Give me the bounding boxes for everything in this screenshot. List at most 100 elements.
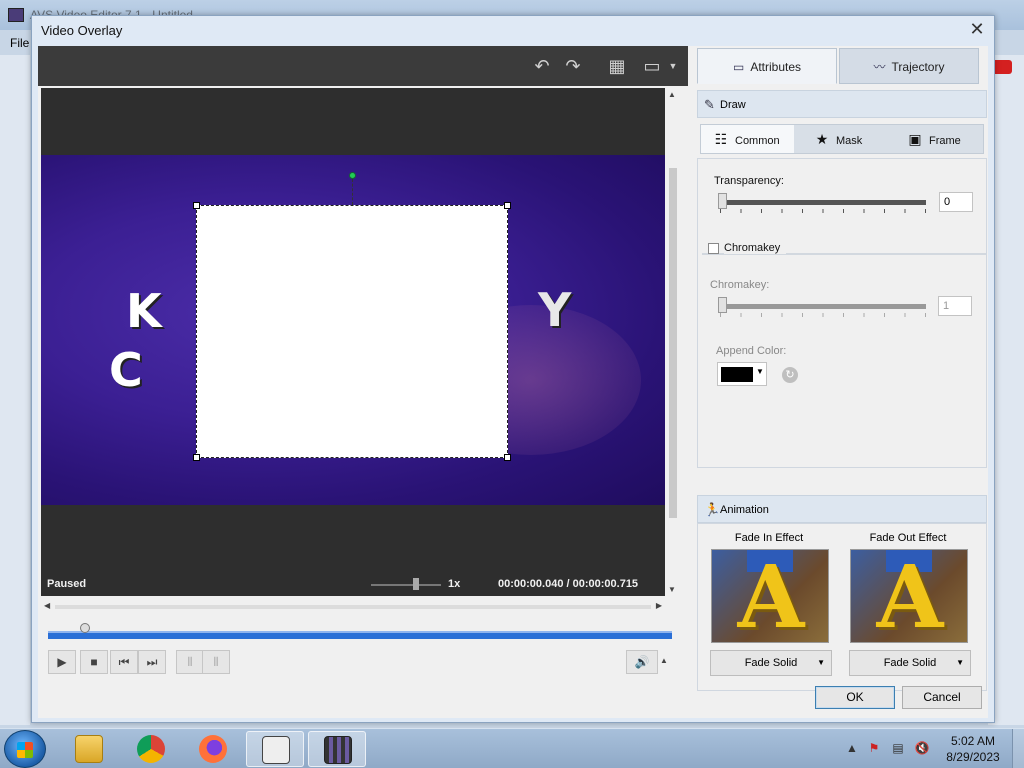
app-icon <box>8 8 24 22</box>
network-icon[interactable]: ▤ <box>890 741 906 757</box>
subtab-frame-label: Frame <box>929 135 961 147</box>
chromakey-label: Chromakey: <box>710 279 770 291</box>
overlay-object[interactable] <box>193 202 511 461</box>
stop-button[interactable]: ■ <box>80 650 108 674</box>
fade-in-value: Fade Solid <box>744 657 798 669</box>
chromakey-slider[interactable] <box>718 297 926 317</box>
chromakey-track[interactable] <box>720 304 926 309</box>
timeline-bar[interactable] <box>48 631 672 639</box>
scroll-down-icon[interactable]: ▼ <box>668 585 676 594</box>
tab-trajectory[interactable]: 〰 Trajectory <box>839 48 979 84</box>
preview-letter-a-icon: A <box>737 549 805 643</box>
show-hidden-icons-icon[interactable]: ▲ <box>844 741 860 757</box>
transparency-slider[interactable] <box>718 193 926 213</box>
volume-button[interactable]: 🔊 <box>626 650 658 674</box>
scroll-up-icon[interactable]: ▲ <box>668 90 676 99</box>
chrome-icon <box>137 735 165 763</box>
reset-icon[interactable]: ↻ <box>782 367 798 383</box>
fade-in-dropdown[interactable]: Fade Solid ▼ <box>710 650 832 676</box>
rotation-handle[interactable] <box>349 172 356 179</box>
scrollbar-track[interactable] <box>55 605 651 609</box>
tab-attributes-label: Attributes <box>750 60 802 74</box>
taskbar-chrome[interactable] <box>122 731 180 767</box>
close-icon[interactable]: ✕ <box>966 19 988 40</box>
preview-horizontal-scrollbar[interactable]: ◀ ▶ <box>41 600 665 614</box>
color-swatch <box>721 367 753 382</box>
menu-file[interactable]: File <box>10 36 29 50</box>
background-left-panel <box>0 55 30 725</box>
preview-vertical-scrollbar[interactable]: ▲ ▼ <box>666 88 680 596</box>
mark-in-button[interactable]: ⫴ <box>176 650 204 674</box>
tab-trajectory-label: Trajectory <box>891 60 945 74</box>
play-button[interactable]: ▶ <box>48 650 76 674</box>
cancel-button[interactable]: Cancel <box>902 686 982 709</box>
next-frame-button[interactable]: ⏭ <box>138 650 166 674</box>
taskbar-avs-video-editor[interactable] <box>308 731 366 767</box>
resize-handle-tr[interactable] <box>504 202 511 209</box>
chromakey-value[interactable]: 1 <box>938 296 972 316</box>
picture-icon: ▣ <box>908 131 922 147</box>
fade-out-label: Fade Out Effect <box>869 532 947 544</box>
transparency-value[interactable]: 0 <box>939 192 973 212</box>
system-clock[interactable]: 5:02 AM 8/29/2023 <box>940 733 1006 765</box>
show-desktop-button[interactable] <box>1012 729 1024 768</box>
undo-icon[interactable]: ↶ <box>531 56 553 76</box>
chromakey-checkbox[interactable] <box>708 243 719 254</box>
scrollbar-thumb[interactable] <box>669 168 677 518</box>
subtab-mask[interactable]: ★ Mask <box>794 125 889 153</box>
transparency-track[interactable] <box>720 200 926 205</box>
grid-icon[interactable]: ▦ <box>606 56 628 76</box>
speed-slider-knob[interactable] <box>413 578 419 590</box>
fade-in-label: Fade In Effect <box>734 532 804 544</box>
taskbar: ▲ ⚑ ▤ 🔇 5:02 AM 8/29/2023 <box>0 728 1024 768</box>
rotation-line <box>352 179 353 205</box>
transparency-ticks <box>720 209 926 213</box>
draw-header-label: Draw <box>720 99 746 111</box>
fade-in-preview: A <box>711 549 829 643</box>
clock-date: 8/29/2023 <box>946 750 1000 764</box>
action-center-icon[interactable]: ⚑ <box>866 741 882 757</box>
start-button[interactable] <box>4 730 46 768</box>
volume-dropdown-icon[interactable]: ▲ <box>660 656 668 665</box>
subtab-common-label: Common <box>735 135 780 147</box>
volume-muted-icon[interactable]: 🔇 <box>914 741 930 757</box>
video-letter: Y <box>538 283 572 337</box>
transparency-knob[interactable] <box>718 193 727 209</box>
mark-out-button[interactable]: ⫴ <box>202 650 230 674</box>
monitor-dropdown-icon[interactable]: ▼ <box>662 56 684 76</box>
monitor-icon[interactable]: ▭ <box>641 56 663 76</box>
draw-common-panel: Transparency: 0 Chromakey Chromakey: 1 A… <box>697 158 987 468</box>
draw-section-header[interactable]: ✎ Draw <box>697 90 987 118</box>
taskbar-avs-tool[interactable] <box>246 731 304 767</box>
tab-attributes[interactable]: ▭ Attributes <box>697 48 837 84</box>
subtab-frame[interactable]: ▣ Frame <box>889 125 984 153</box>
clock-time: 5:02 AM <box>950 734 996 748</box>
redo-icon[interactable]: ↷ <box>562 56 584 76</box>
scroll-right-icon[interactable]: ▶ <box>656 601 662 610</box>
resize-handle-bl[interactable] <box>193 454 200 461</box>
attributes-icon: ▭ <box>732 60 745 74</box>
fade-out-dropdown[interactable]: Fade Solid ▼ <box>849 650 971 676</box>
previous-frame-button[interactable]: ⏮ <box>110 650 138 674</box>
resize-handle-br[interactable] <box>504 454 511 461</box>
film-icon <box>324 736 352 764</box>
ok-button[interactable]: OK <box>815 686 895 709</box>
taskbar-firefox[interactable] <box>184 731 242 767</box>
chromakey-knob[interactable] <box>718 297 727 313</box>
windows-logo-icon <box>17 742 33 758</box>
speed-slider[interactable] <box>371 584 441 586</box>
video-preview[interactable]: K C Y <box>41 88 665 596</box>
chevron-down-icon: ▼ <box>756 367 764 376</box>
animation-section-header[interactable]: 🏃 Animation <box>697 495 987 523</box>
firefox-icon <box>199 735 227 763</box>
timeline-slider[interactable] <box>48 621 672 639</box>
taskbar-explorer[interactable] <box>60 731 118 767</box>
time-readout: 00:00:00.040 / 00:00:00.715 <box>498 578 639 590</box>
scroll-left-icon[interactable]: ◀ <box>44 601 50 610</box>
subtab-common[interactable]: ☷ Common <box>701 125 794 153</box>
append-color-picker[interactable]: ▼ <box>717 362 767 386</box>
timeline-knob[interactable] <box>80 623 90 633</box>
chromakey-checkbox-label[interactable]: Chromakey <box>724 242 787 254</box>
preview-toolbar: ↶ ↷ ▦ ▭ ▼ <box>38 46 688 86</box>
resize-handle-tl[interactable] <box>193 202 200 209</box>
